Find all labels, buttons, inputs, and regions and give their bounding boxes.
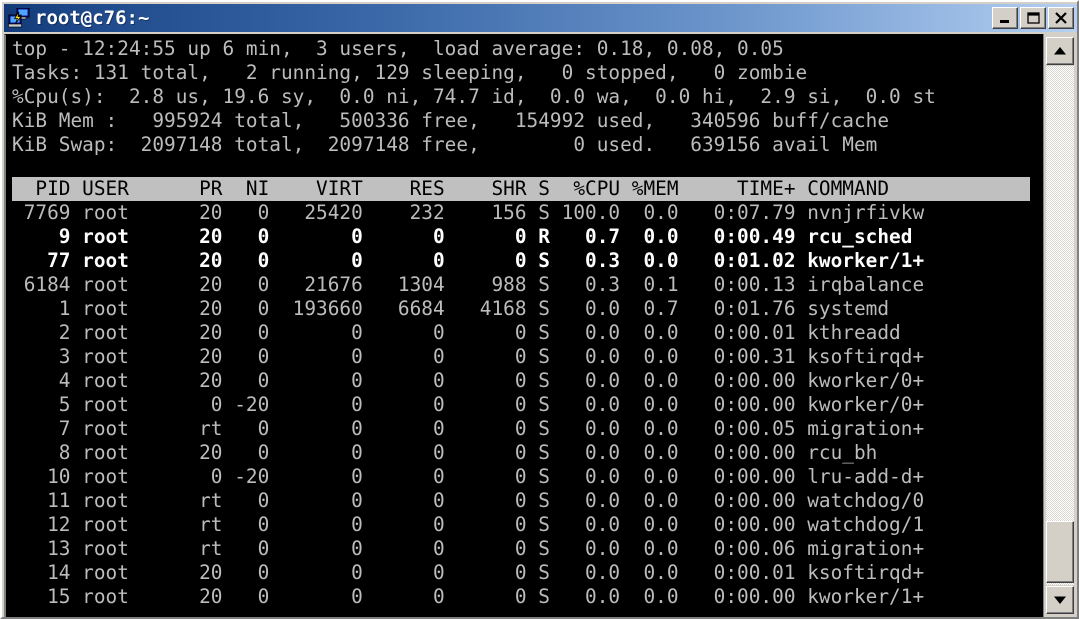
table-row[interactable]: 4 root 20 0 0 0 0 S 0.0 0.0 0:00.00 kwor…: [12, 369, 1040, 393]
table-row[interactable]: 1 root 20 0 193660 6684 4168 S 0.0 0.7 0…: [12, 297, 1040, 321]
top-summary-line-1: top - 12:24:55 up 6 min, 3 users, load a…: [12, 37, 784, 60]
table-row[interactable]: 3 root 20 0 0 0 0 S 0.0 0.0 0:00.31 ksof…: [12, 345, 1040, 369]
terminal-window: root@c76:~ top - 12:24:55 up 6 min, 3 us…: [0, 0, 1079, 619]
window-title: root@c76:~: [35, 7, 150, 29]
scroll-down-arrow-icon[interactable]: [1046, 586, 1074, 614]
terminal-screen[interactable]: top - 12:24:55 up 6 min, 3 users, load a…: [4, 34, 1043, 617]
vertical-scrollbar[interactable]: [1043, 34, 1075, 617]
scrollbar-thumb[interactable]: [1046, 521, 1074, 583]
table-row[interactable]: 6184 root 20 0 21676 1304 988 S 0.3 0.1 …: [12, 273, 1040, 297]
table-row[interactable]: 5 root 0 -20 0 0 0 S 0.0 0.0 0:00.00 kwo…: [12, 393, 1040, 417]
top-output: top - 12:24:55 up 6 min, 3 users, load a…: [12, 37, 1040, 609]
table-row[interactable]: 2 root 20 0 0 0 0 S 0.0 0.0 0:00.01 kthr…: [12, 321, 1040, 345]
minimize-button[interactable]: [992, 7, 1018, 29]
window-controls: [992, 7, 1074, 29]
terminal-body: top - 12:24:55 up 6 min, 3 users, load a…: [4, 34, 1077, 617]
top-summary-swap: KiB Swap: 2097148 total, 2097148 free, 0…: [12, 133, 878, 156]
table-row[interactable]: 11 root rt 0 0 0 0 S 0.0 0.0 0:00.00 wat…: [12, 489, 1040, 513]
close-button[interactable]: [1048, 7, 1074, 29]
table-row[interactable]: 13 root rt 0 0 0 0 S 0.0 0.0 0:00.06 mig…: [12, 537, 1040, 561]
top-summary-cpu: %Cpu(s): 2.8 us, 19.6 sy, 0.0 ni, 74.7 i…: [12, 85, 936, 108]
putty-computers-icon: [8, 7, 30, 28]
title-bar[interactable]: root@c76:~: [4, 4, 1077, 32]
table-row[interactable]: 10 root 0 -20 0 0 0 S 0.0 0.0 0:00.00 lr…: [12, 465, 1040, 489]
top-summary-tasks: Tasks: 131 total, 2 running, 129 sleepin…: [12, 61, 808, 84]
table-row[interactable]: 15 root 20 0 0 0 0 S 0.0 0.0 0:00.00 kwo…: [12, 585, 1040, 609]
table-row[interactable]: 12 root rt 0 0 0 0 S 0.0 0.0 0:00.00 wat…: [12, 513, 1040, 537]
maximize-button[interactable]: [1020, 7, 1046, 29]
table-row[interactable]: 7769 root 20 0 25420 232 156 S 100.0 0.0…: [12, 201, 1040, 225]
table-row[interactable]: 7 root rt 0 0 0 0 S 0.0 0.0 0:00.05 migr…: [12, 417, 1040, 441]
scrollbar-track[interactable]: [1046, 66, 1074, 585]
process-table-header: PID USER PR NI VIRT RES SHR S %CPU %MEM …: [12, 177, 1030, 201]
table-row[interactable]: 8 root 20 0 0 0 0 S 0.0 0.0 0:00.00 rcu_…: [12, 441, 1040, 465]
table-row[interactable]: 9 root 20 0 0 0 0 R 0.7 0.0 0:00.49 rcu_…: [12, 225, 1040, 249]
table-row[interactable]: 77 root 20 0 0 0 0 S 0.3 0.0 0:01.02 kwo…: [12, 249, 1040, 273]
spacer-row: [12, 157, 1040, 177]
scroll-up-arrow-icon[interactable]: [1046, 37, 1074, 65]
table-row[interactable]: 14 root 20 0 0 0 0 S 0.0 0.0 0:00.01 kso…: [12, 561, 1040, 585]
top-summary-mem: KiB Mem : 995924 total, 500336 free, 154…: [12, 109, 890, 132]
